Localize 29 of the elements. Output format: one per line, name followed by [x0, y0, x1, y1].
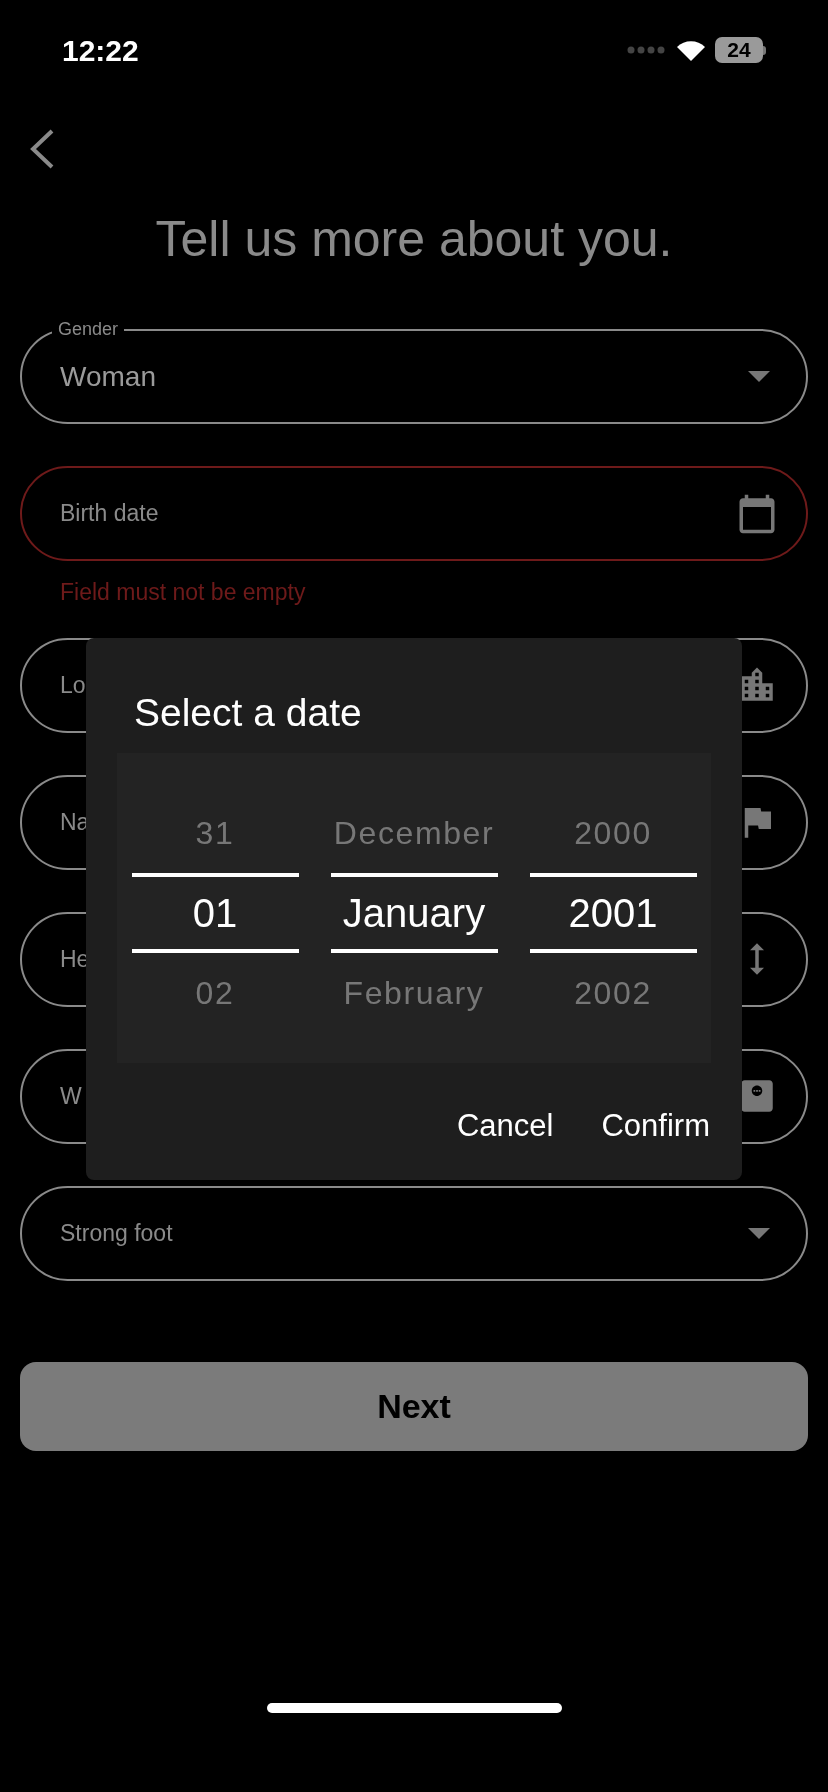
- wheel-item[interactable]: 2002: [529, 952, 697, 1033]
- dropdown-caret-icon: [748, 1227, 770, 1239]
- dialog-button[interactable]: Confirm: [601, 1102, 710, 1149]
- status-time: 12:22: [62, 32, 139, 69]
- battery-icon: 24: [715, 37, 766, 63]
- dialog-button[interactable]: Cancel: [457, 1102, 554, 1149]
- error-message: Field must not be empty: [60, 578, 307, 607]
- signal-icon: [627, 46, 667, 54]
- wheel-item[interactable]: 31: [131, 792, 299, 873]
- field-placeholder: Lo: [60, 670, 86, 700]
- wheel-item[interactable]: 01: [131, 872, 299, 953]
- next-button[interactable]: Next: [20, 1361, 808, 1451]
- wheel-item[interactable]: February: [330, 952, 498, 1033]
- wheel-item[interactable]: 02: [131, 952, 299, 1033]
- wifi-icon: [675, 38, 707, 62]
- wheel-item[interactable]: January: [330, 872, 498, 953]
- field-value: Woman: [60, 359, 156, 394]
- input-field[interactable]: Birth date: [20, 466, 808, 561]
- dropdown-field[interactable]: Strong foot: [20, 1185, 808, 1281]
- wheel-item[interactable]: December: [330, 792, 498, 873]
- back-chevron-icon[interactable]: [28, 128, 56, 170]
- dialog-title: Select a date: [134, 690, 363, 736]
- page-title: Tell us more about you.: [154, 210, 674, 269]
- field-placeholder: Birth date: [60, 499, 159, 529]
- wheel-item[interactable]: 2000: [529, 792, 697, 873]
- dropdown-caret-icon: [748, 371, 770, 382]
- wheel-item[interactable]: 2001: [529, 872, 697, 953]
- field-placeholder: W: [60, 1081, 82, 1111]
- field-placeholder: Strong foot: [60, 1218, 173, 1248]
